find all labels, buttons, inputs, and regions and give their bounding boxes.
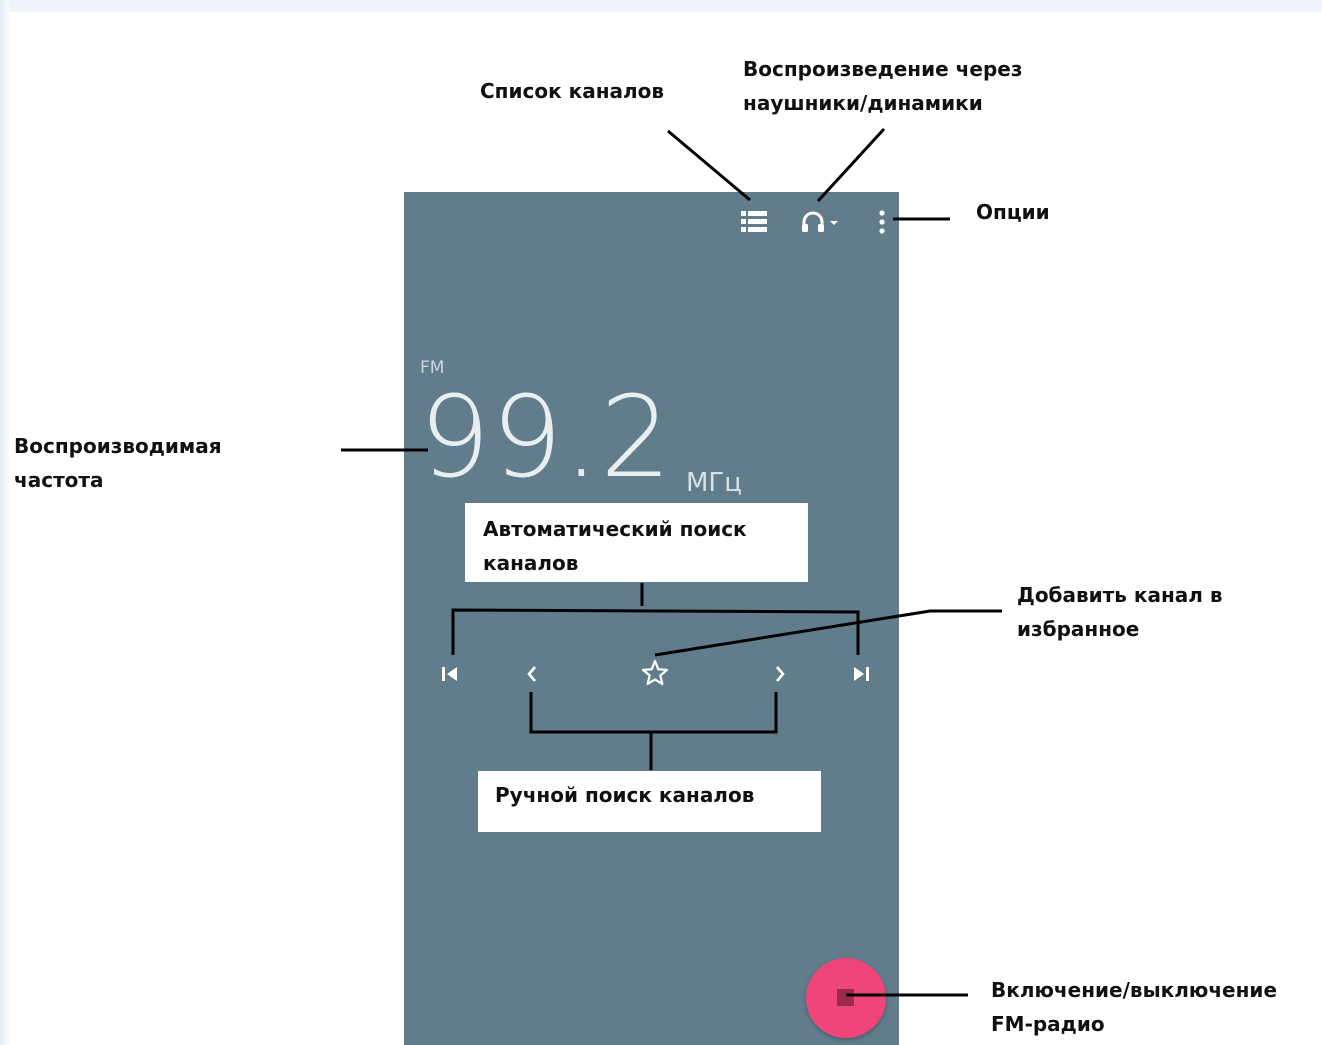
audio-output-callout-line1: Воспроизведение через: [743, 57, 1023, 81]
audio-output-callout-line2: наушники/динамики: [743, 91, 983, 115]
fm-radio-screen: FM 99.2 МГц: [404, 192, 899, 1045]
favorite-callout-line2: избранное: [1017, 617, 1140, 641]
frame-edge-top: [0, 0, 1322, 12]
frequency-unit: МГц: [686, 468, 742, 498]
options-callout: Опции: [976, 200, 1050, 224]
star-outline-icon[interactable]: [641, 659, 669, 691]
auto-search-callout-line2: каналов: [483, 551, 579, 575]
frequency-callout-line1: Воспроизводимая: [14, 434, 222, 458]
frequency-callout-line2: частота: [14, 468, 104, 492]
list-icon[interactable]: [741, 210, 767, 234]
power-callout-line2: FM-радио: [991, 1012, 1105, 1036]
skip-previous-icon[interactable]: [440, 664, 460, 688]
frequency-display: 99.2: [419, 373, 673, 503]
manual-search-callout: Ручной поиск каналов: [495, 783, 755, 807]
headphones-icon[interactable]: [801, 209, 843, 235]
chevron-left-icon[interactable]: [524, 664, 540, 688]
power-callout-line1: Включение/выключение: [991, 978, 1278, 1002]
frame-edge-left: [0, 0, 9, 1045]
stop-icon: [837, 989, 854, 1006]
favorite-callout-line1: Добавить канал в: [1017, 583, 1223, 607]
chevron-right-icon[interactable]: [772, 664, 788, 688]
more-vert-icon[interactable]: [877, 210, 887, 236]
skip-next-icon[interactable]: [851, 664, 871, 688]
auto-search-callout-line1: Автоматический поиск: [483, 517, 747, 541]
power-button[interactable]: [806, 958, 886, 1038]
channel-list-callout: Список каналов: [480, 79, 665, 103]
